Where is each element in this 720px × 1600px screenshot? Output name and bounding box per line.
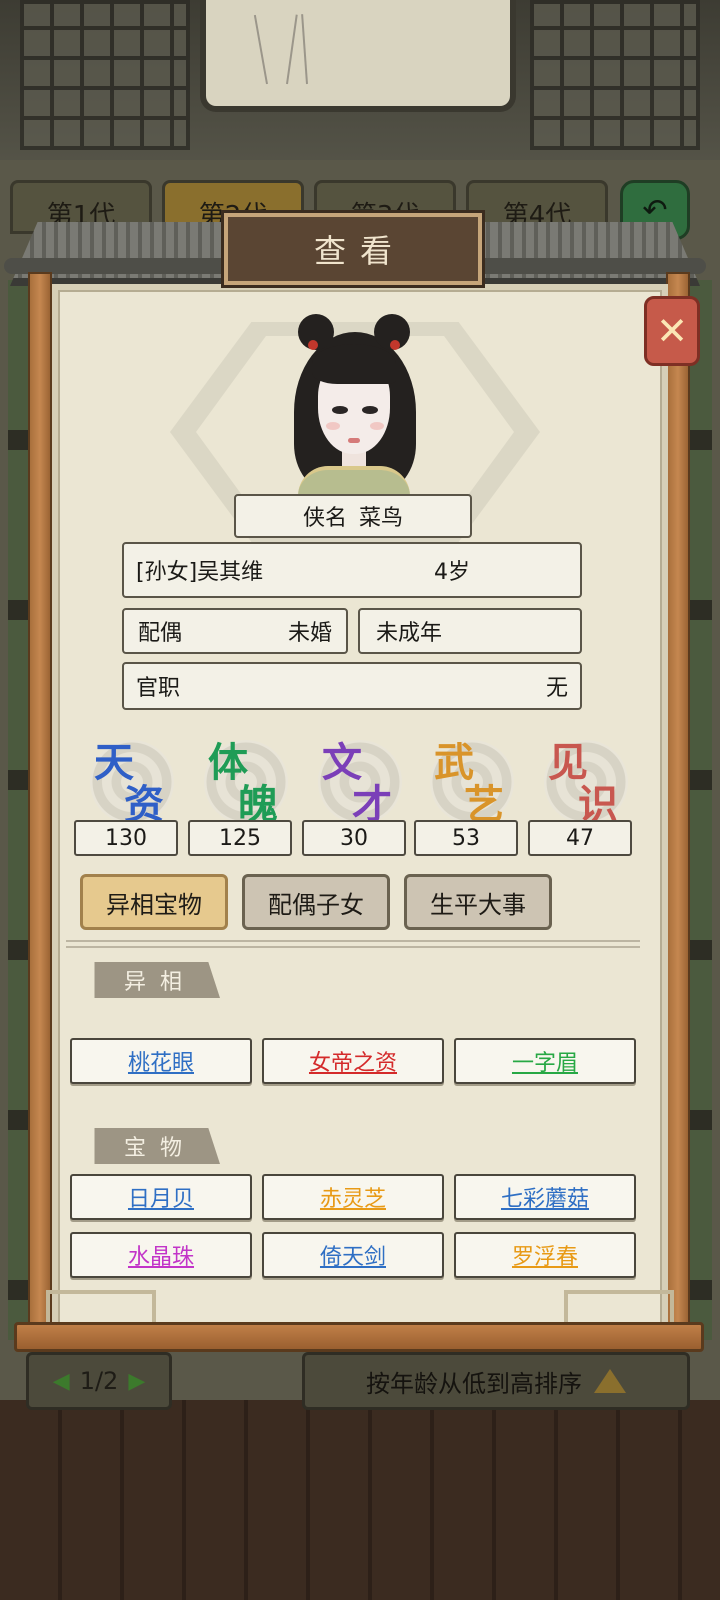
- nickname-value: 菜鸟: [359, 506, 404, 531]
- trait-item[interactable]: 桃花眼: [70, 1038, 252, 1084]
- treasure-item[interactable]: 七彩蘑菇: [454, 1174, 636, 1220]
- trait-item[interactable]: 一字眉: [454, 1038, 636, 1084]
- stat-physique: 体 魄 125: [186, 728, 296, 858]
- dialog-bottom-frame: [14, 1322, 704, 1352]
- side-cards-right: [690, 280, 712, 1340]
- member-name: [孙女]吴其维: [136, 560, 264, 585]
- spouse-value: 未婚: [287, 621, 332, 646]
- section-divider: [66, 940, 640, 948]
- stat-knowledge: 见 识 47: [526, 728, 636, 858]
- treasure-item[interactable]: 水晶珠: [70, 1232, 252, 1278]
- character-portrait: [286, 310, 422, 500]
- section-treasures-heading: 宝物: [74, 1128, 220, 1164]
- section-traits-heading: 异相: [74, 962, 220, 998]
- spouse-label: 配偶: [138, 621, 183, 646]
- sort-button[interactable]: 按年龄从低到高排序: [302, 1352, 690, 1410]
- dialog-bottom-ornament-left: [46, 1290, 156, 1326]
- close-button[interactable]: ✕: [644, 296, 700, 366]
- nickname-label: 侠名: [302, 506, 347, 531]
- treasure-item[interactable]: 赤灵芝: [262, 1174, 444, 1220]
- pager[interactable]: ◀ 1/2 ▶: [26, 1352, 172, 1410]
- wall-painting: [200, 0, 516, 112]
- tab-spouse-children[interactable]: 配偶子女: [242, 874, 390, 930]
- stat-literary: 文 才 30: [300, 728, 410, 858]
- next-page-icon[interactable]: ▶: [128, 1369, 145, 1394]
- stat-value: 125: [188, 820, 292, 856]
- window-lattice-left: [20, 0, 190, 150]
- stat-value: 130: [74, 820, 178, 856]
- spouse-field: 配偶 未婚: [122, 608, 348, 654]
- dialog-pillar-right: [666, 272, 690, 1332]
- office-field: 官职 无: [122, 662, 582, 710]
- member-name-field: [孙女]吴其维 4岁: [122, 542, 582, 598]
- office-value: 无: [545, 676, 568, 701]
- dialog-pillar-left: [28, 272, 52, 1332]
- treasure-item[interactable]: 倚天剑: [262, 1232, 444, 1278]
- office-label: 官职: [136, 676, 181, 701]
- adult-status: 未成年: [376, 621, 443, 646]
- stat-value: 47: [528, 820, 632, 856]
- stat-value: 30: [302, 820, 406, 856]
- close-icon: ✕: [656, 309, 688, 353]
- background-floor: [0, 1400, 720, 1600]
- sort-label: 按年龄从低到高排序: [366, 1369, 582, 1398]
- treasure-item[interactable]: 罗浮春: [454, 1232, 636, 1278]
- stat-aptitude: 天 资 130: [72, 728, 182, 858]
- sort-triangle-icon: [594, 1369, 626, 1393]
- page-indicator: 1/2: [79, 1367, 119, 1395]
- stat-martial: 武 艺 53: [412, 728, 522, 858]
- dialog-title: 查看: [221, 210, 485, 288]
- adult-status-field: 未成年: [358, 608, 582, 654]
- prev-page-icon[interactable]: ◀: [53, 1369, 70, 1394]
- tab-life-events[interactable]: 生平大事: [404, 874, 552, 930]
- window-lattice-right: [530, 0, 700, 150]
- tab-traits-treasures[interactable]: 异相宝物: [80, 874, 228, 930]
- member-age: 4岁: [434, 560, 470, 585]
- side-cards-left: [8, 280, 30, 1340]
- trait-item[interactable]: 女帝之资: [262, 1038, 444, 1084]
- nickname-field: 侠名 菜鸟: [234, 494, 472, 538]
- treasure-item[interactable]: 日月贝: [70, 1174, 252, 1220]
- dialog-bottom-ornament-right: [564, 1290, 674, 1326]
- stat-value: 53: [414, 820, 518, 856]
